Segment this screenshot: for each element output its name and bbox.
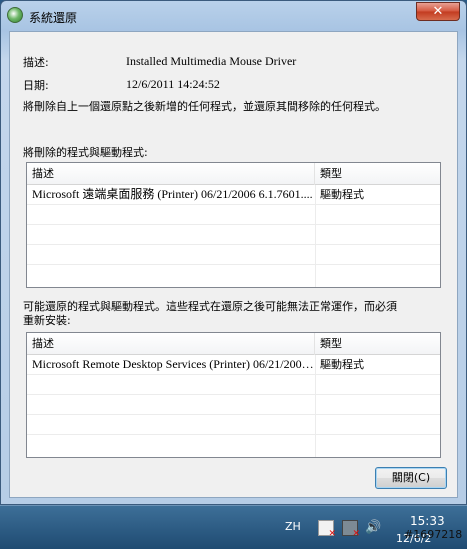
deleted-programs-label: 將刪除的程式與驅動程式: — [23, 146, 148, 159]
row-description: Microsoft 遠端桌面服務 (Printer) 06/21/2006 6.… — [32, 187, 313, 201]
clock-time[interactable]: 15:33 — [410, 514, 445, 528]
restored-programs-label-line1: 可能還原的程式與驅動程式。這些程式在還原之後可能無法正常運作，而必須 — [23, 300, 397, 313]
empty-row — [27, 395, 440, 415]
empty-row — [27, 225, 440, 245]
restored-programs-list[interactable]: 描述 類型 Microsoft Remote Desktop Services … — [26, 332, 441, 458]
list-header: 描述 類型 — [27, 333, 440, 355]
list-header: 描述 類型 — [27, 163, 440, 185]
date-label: 日期: — [23, 79, 49, 92]
description-row: 描述: Installed Multimedia Mouse Driver — [23, 54, 296, 70]
description-value: Installed Multimedia Mouse Driver — [126, 54, 297, 68]
column-header-type[interactable]: 類型 — [315, 163, 440, 185]
close-button[interactable]: 關閉(C) — [375, 467, 447, 489]
network-disconnected-icon[interactable] — [342, 520, 360, 539]
window-title: 系統還原 — [29, 11, 78, 25]
empty-row — [27, 245, 440, 265]
system-restore-window: 系統還原 ✕ 描述: Installed Multimedia Mouse Dr… — [0, 0, 467, 505]
empty-row — [27, 205, 440, 225]
volume-icon[interactable]: 🔊 — [365, 520, 381, 536]
row-type: 驅動程式 — [320, 358, 364, 371]
date-value: 12/6/2011 14:24:52 — [126, 77, 220, 91]
restored-programs-label-line2: 重新安裝: — [23, 314, 71, 327]
column-header-description[interactable]: 描述 — [27, 163, 315, 185]
empty-row — [27, 375, 440, 395]
row-type: 驅動程式 — [320, 188, 364, 201]
deleted-programs-list[interactable]: 描述 類型 Microsoft 遠端桌面服務 (Printer) 06/21/2… — [26, 162, 441, 288]
window-close-button[interactable]: ✕ — [416, 2, 460, 21]
system-restore-icon — [7, 7, 23, 23]
watermark-text: #1697218 — [404, 528, 463, 541]
taskbar: ZH 🔊 15:33 12/6/2 — [0, 505, 467, 549]
table-row[interactable]: Microsoft 遠端桌面服務 (Printer) 06/21/2006 6.… — [27, 185, 440, 205]
language-indicator[interactable]: ZH — [285, 520, 301, 533]
restore-notice: 將刪除自上一個還原點之後新增的任何程式，並還原其間移除的任何程式。 — [23, 100, 386, 113]
title-bar[interactable]: 系統還原 ✕ — [1, 1, 466, 31]
description-label: 描述: — [23, 56, 49, 69]
row-description: Microsoft Remote Desktop Services (Print… — [32, 357, 315, 371]
table-row[interactable]: Microsoft Remote Desktop Services (Print… — [27, 355, 440, 375]
dialog-body: 描述: Installed Multimedia Mouse Driver 日期… — [9, 31, 458, 498]
action-center-flag-icon[interactable] — [318, 520, 336, 539]
date-row: 日期: 12/6/2011 14:24:52 — [23, 77, 220, 93]
column-header-type[interactable]: 類型 — [315, 333, 440, 355]
empty-row — [27, 415, 440, 435]
column-header-description[interactable]: 描述 — [27, 333, 315, 355]
